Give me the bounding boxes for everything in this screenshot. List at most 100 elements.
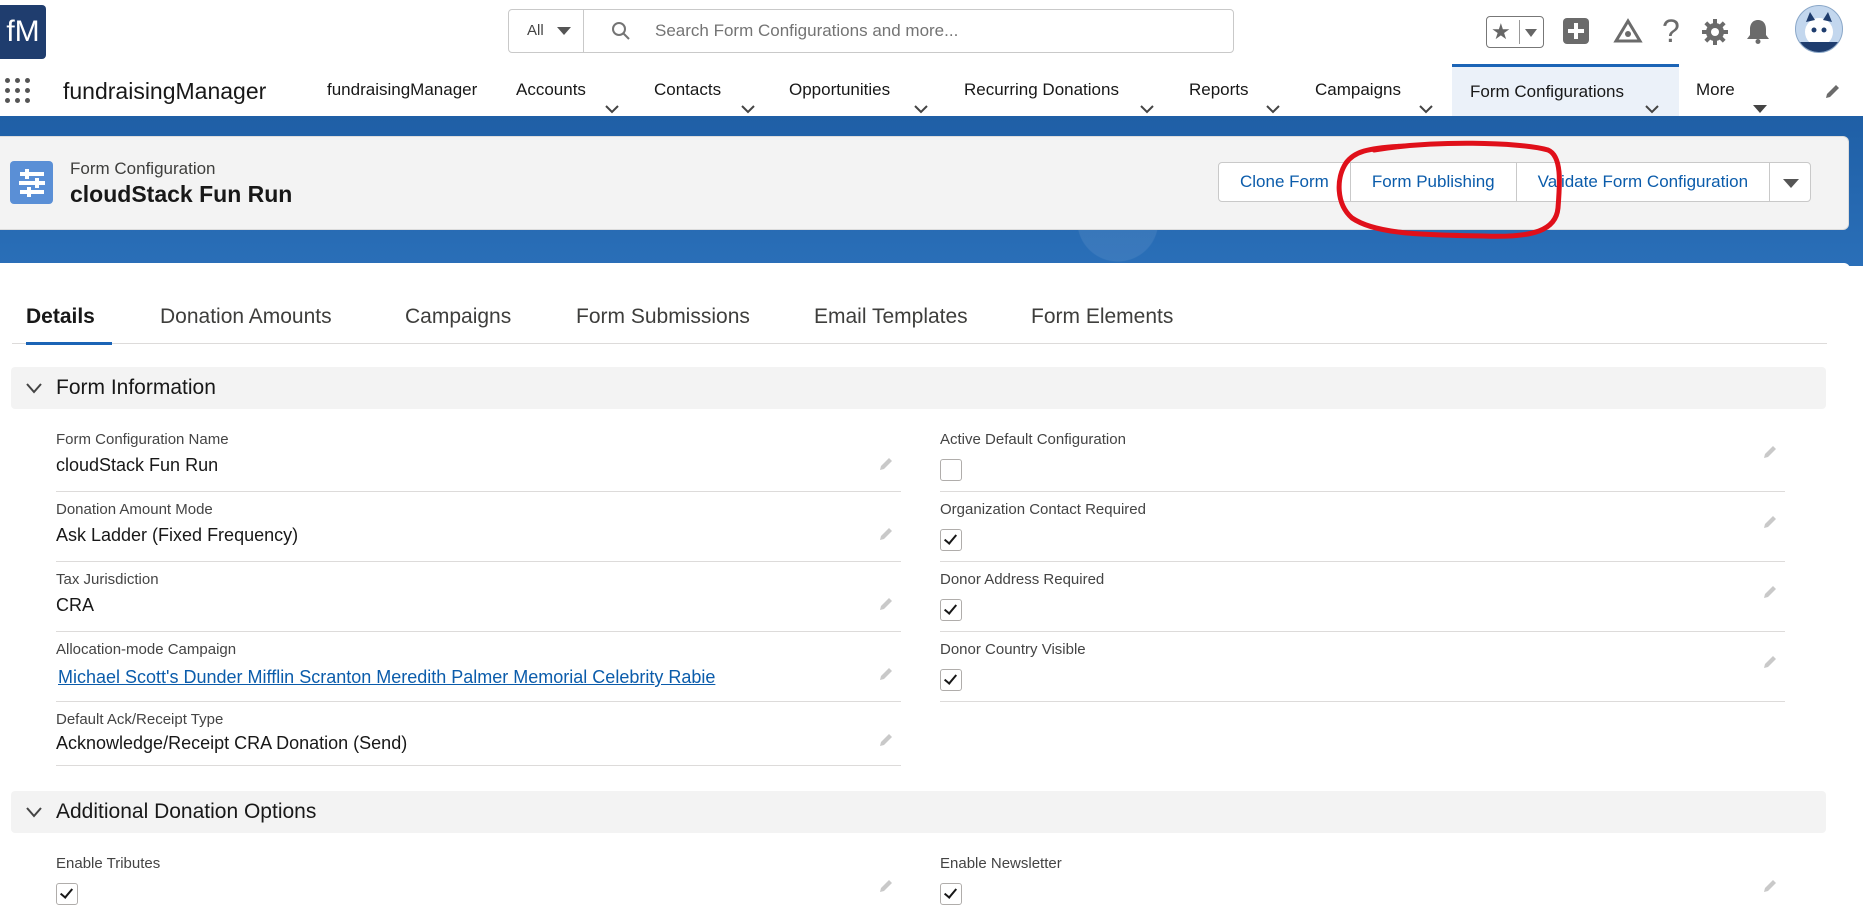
record-object-type: Form Configuration [70,159,216,178]
field-form-configuration-name: Form Configuration Name cloudStack Fun R… [56,421,901,492]
nav-item-label: Reports [1189,80,1249,99]
field-active-default-configuration: Active Default Configuration [940,421,1785,492]
pencil-icon[interactable] [879,455,895,476]
pencil-icon[interactable] [1763,877,1779,898]
form-configuration-icon [10,161,53,204]
field-organization-contact-required: Organization Contact Required [940,491,1785,562]
field-donor-address-required: Donor Address Required [940,561,1785,632]
caret-down-icon [1783,179,1800,188]
tab-campaigns[interactable]: Campaigns [405,287,511,343]
global-search: All [508,9,1234,53]
chevron-down-icon[interactable] [25,381,43,399]
field-enable-tributes: Enable Tributes [56,845,901,915]
star-icon[interactable]: ★ [1491,19,1511,45]
field-label: Form Configuration Name [56,431,229,448]
edit-nav-pencil-icon[interactable] [1824,82,1842,105]
campaign-link[interactable]: Michael Scott's Dunder Mifflin Scranton … [58,667,715,688]
checkbox-checked [940,529,962,551]
pencil-icon[interactable] [1763,443,1779,464]
help-icon[interactable]: ? [1662,13,1680,50]
pencil-icon[interactable] [1763,583,1779,604]
field-value: Acknowledge/Receipt CRA Donation (Send) [56,733,408,753]
pencil-icon[interactable] [1763,653,1779,674]
divider [1519,20,1520,44]
clone-form-button[interactable]: Clone Form [1218,162,1351,202]
nav-item-reports[interactable]: Reports [1189,64,1289,116]
field-label: Donor Country Visible [940,641,1086,658]
section-header-form-information[interactable]: Form Information [11,367,1826,409]
field-label: Enable Newsletter [940,855,1062,872]
nav-item-form-configurations[interactable]: Form Configurations [1452,64,1679,116]
section-header-additional-donation-options[interactable]: Additional Donation Options [11,791,1826,833]
nav-item-accounts[interactable]: Accounts [516,64,656,116]
checkbox-checked [56,883,78,905]
nav-item-contacts[interactable]: Contacts [654,64,764,116]
field-label: Organization Contact Required [940,501,1146,518]
nav-item-label: Form Configurations [1470,82,1625,101]
chevron-down-icon[interactable] [25,805,43,823]
caret-down-icon[interactable] [1525,29,1537,37]
nav-item-label: Contacts [654,80,722,99]
checkbox-unchecked [940,459,962,481]
nav-item-opportunities[interactable]: Opportunities [789,64,939,116]
field-label: Donor Address Required [940,571,1105,588]
section-title: Form Information [56,376,216,399]
add-icon[interactable] [1562,17,1590,50]
favorites-button-group[interactable]: ★ [1486,16,1544,48]
app-name: fundraisingManager [63,78,267,104]
field-enable-newsletter: Enable Newsletter [940,845,1785,915]
field-donation-amount-mode: Donation Amount Mode Ask Ladder (Fixed F… [56,491,901,562]
avatar[interactable] [1795,5,1843,53]
field-label: Default Ack/Receipt Type [56,711,224,728]
pencil-icon[interactable] [879,665,895,686]
field-label: Tax Jurisdiction [56,571,159,588]
global-header: fM All ★ ? [0,0,1863,64]
tab-email-templates[interactable]: Email Templates [814,287,968,343]
record-header: Form Configuration cloudStack Fun Run Cl… [0,136,1849,230]
record-actions: Clone Form Form Publishing Validate Form… [1218,162,1812,202]
nav-item-home[interactable]: fundraisingManager [327,64,477,116]
trailhead-icon[interactable] [1613,18,1643,51]
pencil-icon[interactable] [879,731,895,752]
field-default-ack-receipt-type: Default Ack/Receipt Type Acknowledge/Rec… [56,701,901,766]
pencil-icon[interactable] [1763,513,1779,534]
record-body-card: Details Donation Amounts Campaigns Form … [0,263,1850,909]
form-publishing-button[interactable]: Form Publishing [1349,162,1517,202]
tab-details[interactable]: Details [26,287,112,345]
record-title: cloudStack Fun Run [70,181,293,207]
section-title: Additional Donation Options [56,800,317,823]
field-label: Donation Amount Mode [56,501,213,518]
field-tax-jurisdiction: Tax Jurisdiction CRA [56,561,901,632]
field-value: CRA [56,595,95,615]
pencil-icon[interactable] [879,595,895,616]
gear-icon[interactable] [1700,17,1730,52]
more-actions-button[interactable] [1769,162,1812,202]
tab-form-elements[interactable]: Form Elements [1031,287,1173,343]
record-tabs: Details Donation Amounts Campaigns Form … [12,287,1827,345]
field-label: Enable Tributes [56,855,161,872]
nav-item-campaigns[interactable]: Campaigns [1315,64,1435,116]
field-donor-country-visible: Donor Country Visible [940,631,1785,702]
search-scope-dropdown[interactable]: All [509,10,584,52]
nav-item-label: Recurring Donations [964,80,1119,99]
nav-item-label: Campaigns [1315,80,1401,99]
validate-form-configuration-button[interactable]: Validate Form Configuration [1515,162,1771,202]
pencil-icon[interactable] [879,525,895,546]
field-value: cloudStack Fun Run [56,455,219,475]
nav-item-recurring-donations[interactable]: Recurring Donations [964,64,1164,116]
nav-item-more[interactable]: More [1696,64,1796,116]
nav-item-label: Opportunities [789,80,891,99]
pencil-icon[interactable] [879,877,895,898]
app-navigation-bar: fundraisingManager fundraisingManager Ac… [0,64,1863,119]
tab-form-submissions[interactable]: Form Submissions [576,287,750,343]
app-logo[interactable]: fM [0,5,46,59]
tab-donation-amounts[interactable]: Donation Amounts [160,287,332,343]
search-input[interactable] [653,16,1217,46]
nav-item-label: Accounts [516,80,586,99]
search-icon [611,21,631,46]
app-launcher-icon[interactable] [5,78,33,106]
bell-icon[interactable] [1744,17,1772,50]
nav-item-label: More [1696,80,1735,99]
checkbox-checked [940,669,962,691]
field-allocation-mode-campaign: Allocation-mode Campaign Michael Scott's… [56,631,901,702]
